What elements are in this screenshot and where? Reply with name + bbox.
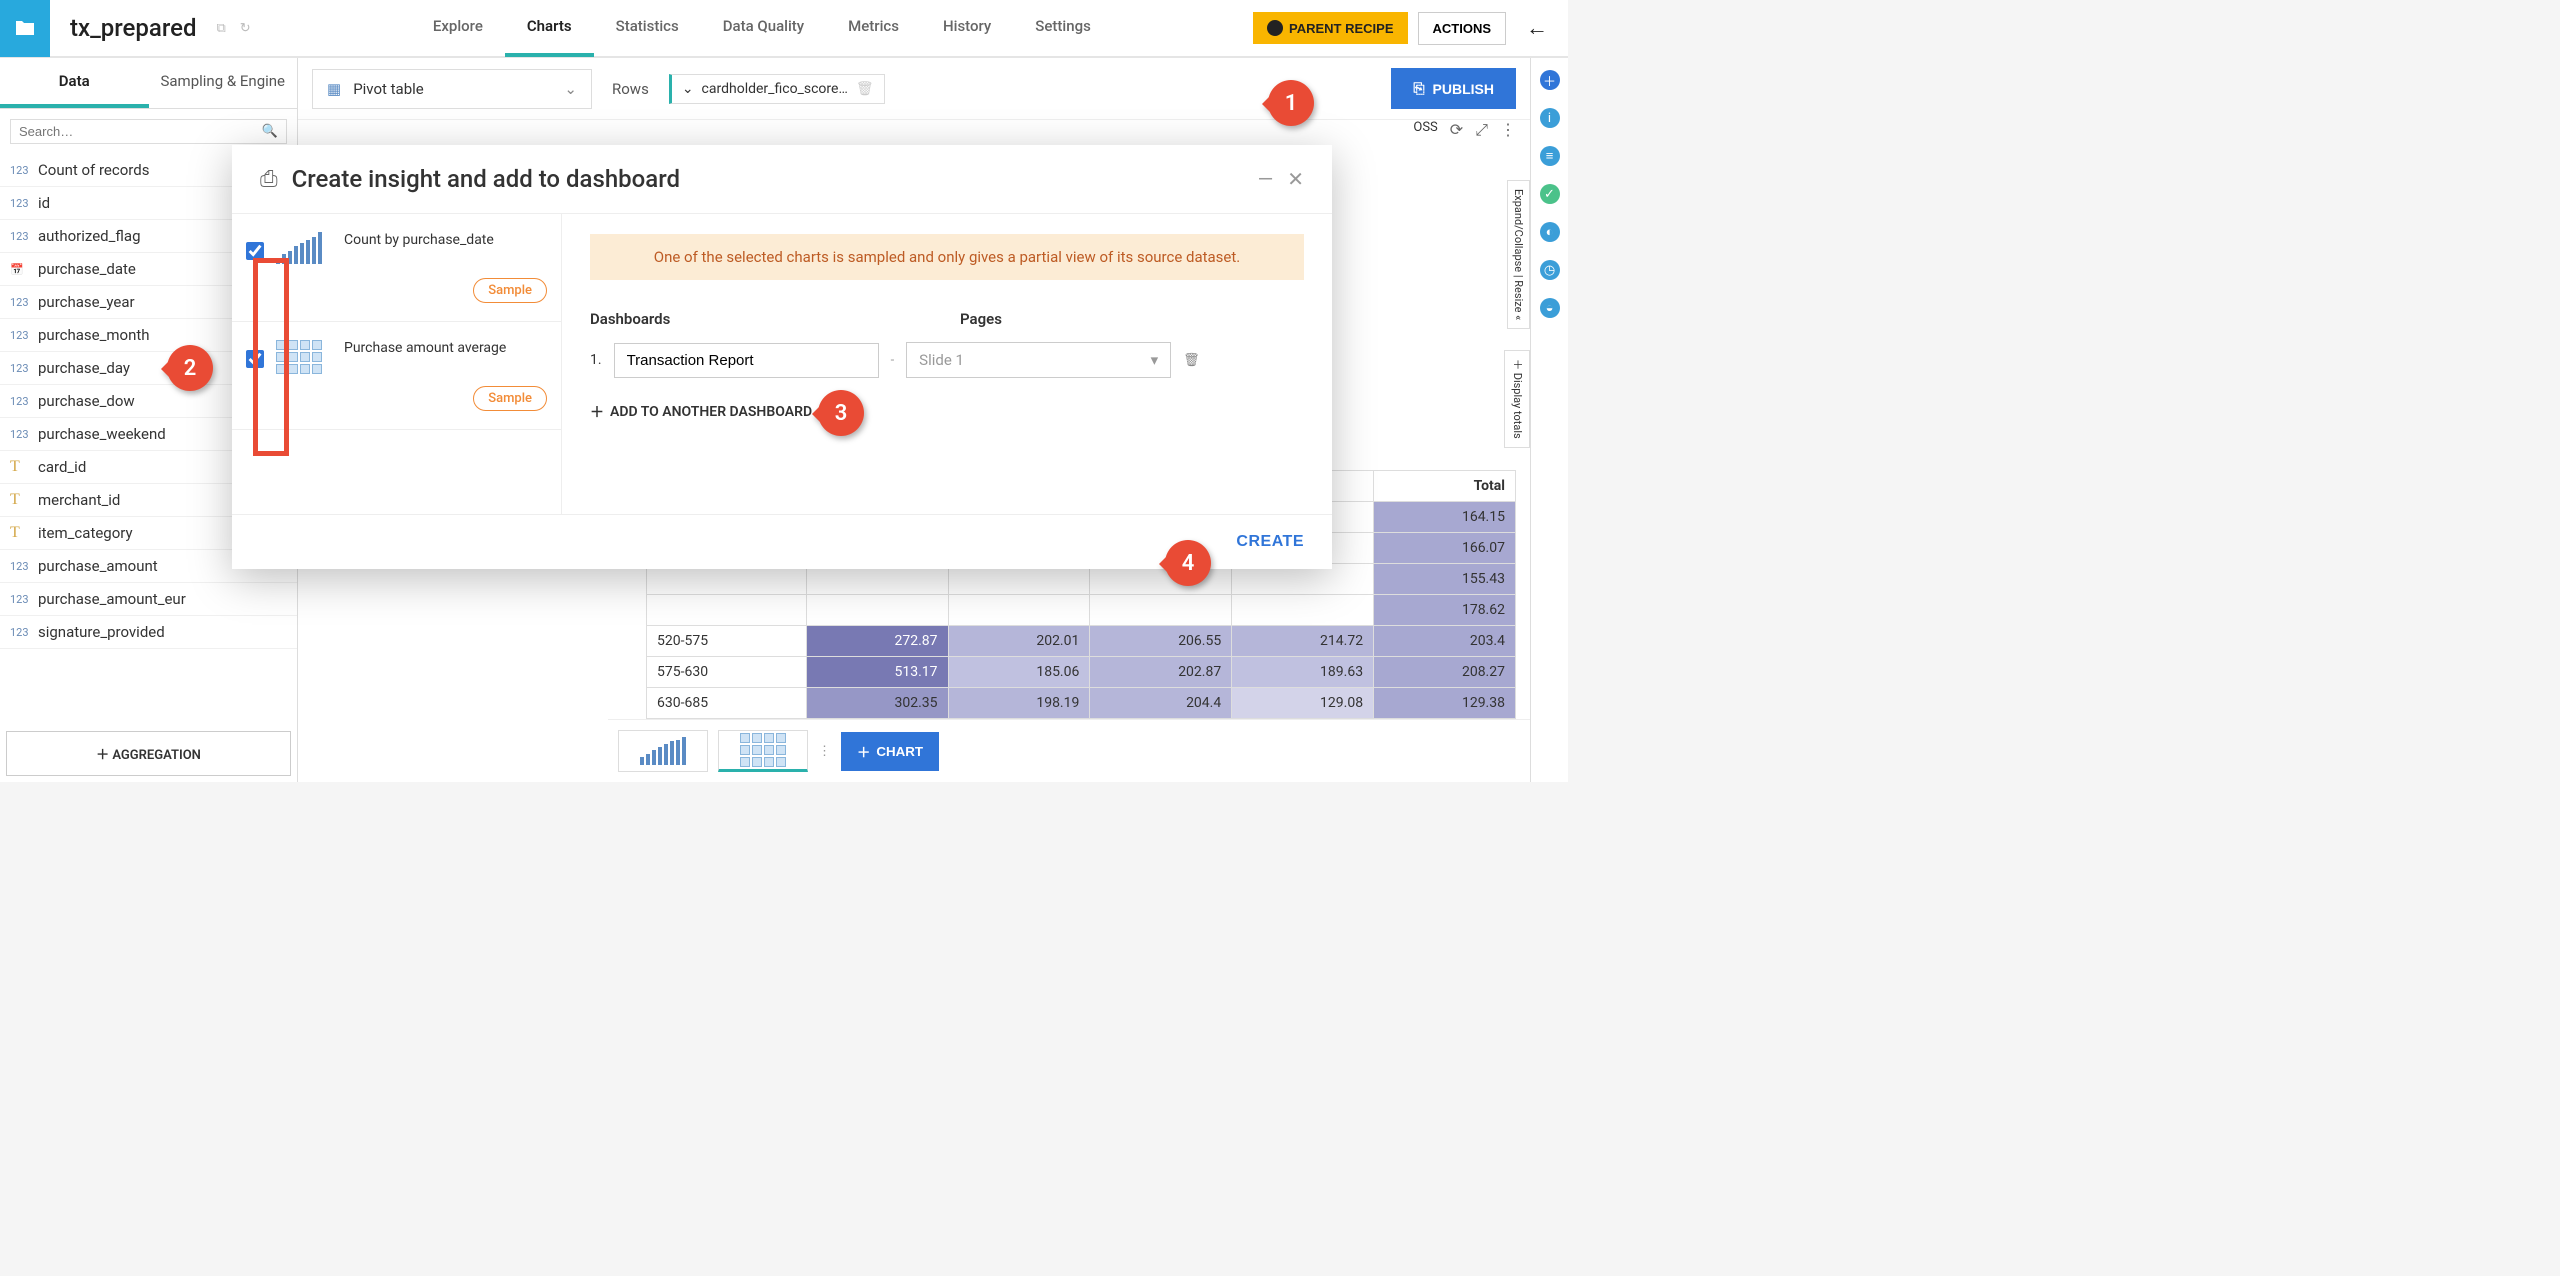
page-select[interactable]: Slide 1 ▾: [906, 342, 1171, 378]
rail-clock-icon[interactable]: ◷: [1540, 260, 1560, 280]
chevron-down-icon: ⌄: [564, 80, 577, 98]
row-dimension-chip[interactable]: ⌄ cardholder_fico_score… 🗑: [669, 74, 885, 104]
rail-check-icon[interactable]: ✓: [1540, 184, 1560, 204]
tab-explore[interactable]: Explore: [411, 0, 505, 57]
close-icon[interactable]: ✕: [1287, 167, 1304, 191]
publish-icon: ⎘: [1413, 80, 1424, 97]
plus-icon: ＋: [590, 402, 604, 422]
toolbar-label: OSS: [1413, 120, 1437, 140]
separator: -: [891, 353, 895, 368]
add-another-dashboard[interactable]: ＋ ADD TO ANOTHER DASHBOARD: [590, 402, 1304, 422]
dashboard-entry: 1. - Slide 1 ▾ 🗑: [590, 342, 1304, 378]
delete-icon[interactable]: 🗑: [1183, 353, 1200, 368]
dataset-title: tx_prepared: [70, 14, 196, 42]
tab-charts[interactable]: Charts: [505, 0, 594, 57]
search-input[interactable]: [19, 124, 262, 139]
table-row: 520-575272.87202.01206.55214.72203.4: [647, 626, 1516, 657]
callout-2: 2: [167, 345, 213, 391]
add-chart-button[interactable]: ＋ CHART: [841, 732, 939, 771]
rail-list-icon[interactable]: ≡: [1540, 146, 1560, 166]
remove-icon[interactable]: 🗑: [856, 81, 874, 97]
more-icon[interactable]: ⋮: [818, 744, 831, 759]
table-row: 575-630513.17185.06202.87189.63208.27: [647, 657, 1516, 688]
refresh-icon[interactable]: ↻: [240, 21, 251, 36]
pivot-icon: ▦: [327, 80, 341, 98]
chevron-down-icon: ⌄: [682, 81, 694, 97]
rail-add-icon[interactable]: ＋: [1540, 70, 1560, 90]
create-button[interactable]: CREATE: [1236, 533, 1304, 551]
tab-data-quality[interactable]: Data Quality: [701, 0, 826, 57]
warning-banner: One of the selected charts is sampled an…: [590, 234, 1304, 280]
chart-type-select[interactable]: ▦ Pivot table ⌄: [312, 69, 592, 109]
top-bar: tx_prepared ⧉ ↻ Explore Charts Statistic…: [0, 0, 1568, 58]
rail-info-icon[interactable]: i: [1540, 108, 1560, 128]
dashboard-config: One of the selected charts is sampled an…: [562, 214, 1332, 514]
tab-statistics[interactable]: Statistics: [594, 0, 701, 57]
chevron-down-icon: ▾: [1151, 351, 1159, 369]
insight-title: Count by purchase_date: [344, 232, 547, 248]
callout-4: 4: [1165, 540, 1211, 586]
publish-button[interactable]: ⎘ PUBLISH: [1391, 68, 1516, 109]
sidebar-tab-sampling[interactable]: Sampling & Engine: [149, 58, 298, 108]
callout-3: 3: [818, 390, 864, 436]
tab-history[interactable]: History: [921, 0, 1013, 57]
table-row: 178.62: [647, 595, 1516, 626]
back-arrow-icon[interactable]: ←: [1526, 15, 1548, 41]
copy-icon[interactable]: ⧉: [216, 21, 225, 36]
field-search[interactable]: 🔍: [10, 119, 287, 144]
right-rail: ＋ i ≡ ✓ ◐ ◷ ◒: [1530, 58, 1568, 782]
sidebar-tab-data[interactable]: Data: [0, 58, 149, 108]
sample-badge: Sample: [473, 386, 547, 411]
tab-metrics[interactable]: Metrics: [826, 0, 921, 57]
expand-collapse-handle[interactable]: Expand/Collapse | Resize «: [1507, 180, 1530, 329]
aggregation-button[interactable]: ＋ AGGREGATION: [6, 731, 291, 776]
rail-chat-icon[interactable]: ◒: [1540, 298, 1560, 318]
chart-thumb-bars[interactable]: [618, 730, 708, 772]
entry-index: 1.: [590, 352, 602, 368]
modal-title: Create insight and add to dashboard: [292, 165, 680, 193]
table-row: 630-685302.35198.19204.4129.08129.38: [647, 688, 1516, 719]
insight-title: Purchase amount average: [344, 340, 547, 356]
parent-recipe-button[interactable]: PARENT RECIPE: [1253, 12, 1408, 44]
rail-db-icon[interactable]: ◐: [1540, 222, 1560, 242]
expand-icon[interactable]: ⤢: [1475, 120, 1488, 140]
actions-button[interactable]: ACTIONS: [1418, 12, 1507, 45]
chart-thumb-pivot[interactable]: [718, 730, 808, 772]
tab-settings[interactable]: Settings: [1013, 0, 1113, 57]
callout-1: 1: [1268, 80, 1314, 126]
sample-badge: Sample: [473, 278, 547, 303]
refresh-icon[interactable]: ⟳: [1450, 120, 1463, 140]
nav-tabs: Explore Charts Statistics Data Quality M…: [411, 0, 1113, 57]
dashboard-name-input[interactable]: [614, 343, 879, 378]
callout-box-2: [253, 258, 289, 456]
more-icon[interactable]: ⋮: [1500, 120, 1516, 140]
dataset-icon[interactable]: [0, 0, 50, 57]
create-insight-modal: ⎙ Create insight and add to dashboard — …: [232, 145, 1332, 569]
dashboards-label: Dashboards: [590, 310, 960, 328]
chart-tray: ⋮ ＋ CHART: [608, 719, 1530, 782]
insight-icon: ⎙: [260, 167, 278, 192]
field-item[interactable]: 123signature_provided: [0, 616, 297, 649]
search-icon: 🔍: [262, 124, 278, 139]
display-totals-handle[interactable]: ＋ Display totals: [1504, 350, 1530, 448]
field-item[interactable]: 123purchase_amount_eur: [0, 583, 297, 616]
pages-label: Pages: [960, 310, 1002, 328]
minimize-icon[interactable]: —: [1258, 167, 1274, 191]
rows-label: Rows: [612, 80, 649, 98]
